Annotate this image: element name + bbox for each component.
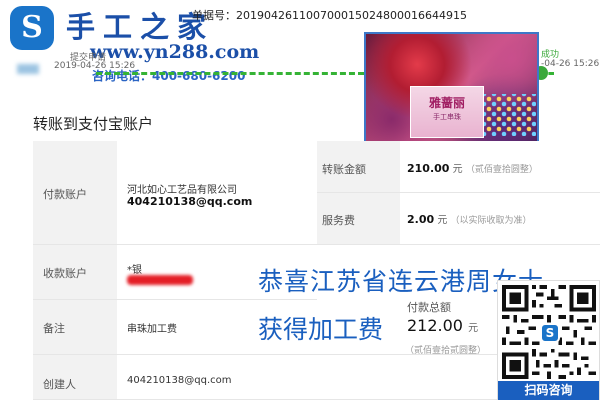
amount-label: 转账金额	[322, 163, 366, 176]
redacted-account	[127, 275, 193, 285]
fee-value: 2.00	[407, 213, 435, 226]
amount-line: 210.00 元 （贰佰壹拾圆整）	[407, 160, 538, 175]
bead-tray	[484, 94, 536, 136]
qr-code[interactable]: S	[502, 285, 596, 379]
progress-line	[96, 72, 364, 75]
order-number: 单据号：201904261100700015024800016644915	[192, 9, 467, 22]
total-line: 212.00 元	[407, 316, 478, 335]
payer-label: 付款账户	[43, 188, 87, 201]
qr-logo-icon: S	[540, 323, 560, 343]
logo-url[interactable]: www.yn288.com	[90, 41, 259, 63]
blurred-avatar	[17, 64, 39, 74]
logo-mark-icon: S	[10, 6, 54, 50]
step-submit-date: 2019-04-26 15:26	[54, 61, 136, 71]
fee-line: 2.00 元 （以实际收取为准）	[407, 211, 532, 226]
congrats-line-2: 获得加工费	[258, 315, 384, 344]
fee-unit: 元	[437, 215, 448, 226]
amount-words: （贰佰壹拾圆整）	[465, 165, 538, 175]
creator-value: 404210138@qq.com	[127, 375, 232, 386]
amount-unit: 元	[452, 164, 463, 175]
total-value: 212.00	[407, 316, 463, 335]
creator-label: 创建人	[43, 378, 76, 391]
total-unit: 元	[468, 323, 479, 334]
receiver-bank: *银	[127, 265, 142, 276]
receiver-label: 收款账户	[43, 267, 87, 280]
remark-value: 串珠加工费	[127, 324, 177, 335]
product-sub: 手工串珠	[433, 113, 461, 121]
step-success-date: -04-26 15:26	[541, 59, 600, 69]
payer-company: 河北如心工艺品有限公司	[127, 185, 237, 196]
amount-value: 210.00	[407, 162, 450, 175]
product-brand: 雅蔷丽	[428, 96, 465, 110]
fee-label: 服务费	[322, 214, 355, 227]
qr-panel[interactable]: S 扫码咨询	[497, 280, 600, 400]
page-title: 转账到支付宝账户	[33, 115, 154, 133]
product-photo: 雅蔷丽 手工串珠	[364, 32, 539, 158]
fee-note: （以实际收取为准）	[450, 216, 532, 226]
total-label: 付款总额	[407, 301, 451, 314]
qr-caption[interactable]: 扫码咨询	[498, 381, 599, 400]
remark-label: 备注	[43, 322, 65, 335]
payer-email: 404210138@qq.com	[127, 195, 253, 208]
